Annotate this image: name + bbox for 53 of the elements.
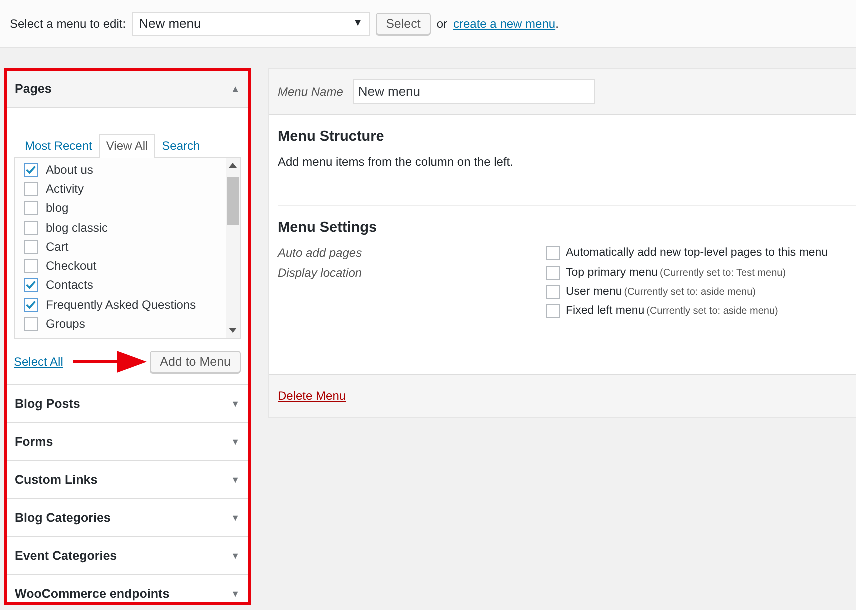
pages-tab[interactable]: Most Recent [18, 134, 100, 157]
period-text: . [556, 16, 559, 30]
setting-checkbox[interactable] [546, 246, 560, 260]
section-title: Menu Structure [278, 129, 386, 145]
scroll-thumb[interactable] [227, 177, 239, 225]
option-label: Automatically add new top-level pages to this menu [566, 247, 828, 259]
pages-tab[interactable]: View All [99, 134, 156, 158]
page-label: Groups [46, 317, 86, 332]
scroll-down-icon[interactable] [229, 328, 237, 334]
page-checkbox[interactable] [24, 317, 38, 332]
page-label: blog classic [46, 220, 108, 235]
page-label: Frequently Asked Questions [46, 298, 196, 312]
setting-checkbox[interactable] [546, 285, 560, 299]
menu-dropdown[interactable]: New menu ▼ [132, 12, 370, 36]
setting-label: Display location [278, 266, 364, 282]
option-note: (Currently set to: Test menu) [660, 268, 786, 278]
or-text: or [436, 16, 448, 30]
page-checkbox[interactable] [24, 278, 38, 292]
page-checkbox[interactable] [24, 182, 38, 196]
page-label: Activity [46, 182, 84, 196]
page-label: Cart [46, 240, 69, 254]
setting-checkbox[interactable] [546, 304, 560, 318]
page-label: About us [46, 162, 94, 177]
option-note: (Currently set to: aside menu) [646, 306, 778, 316]
scrollbar[interactable] [226, 158, 240, 338]
option-label: User menu [566, 286, 622, 298]
menu-name-field[interactable]: New menu [353, 79, 596, 104]
structure-hint: Add menu items from the column on the left. [278, 155, 514, 169]
page-checkbox[interactable] [24, 240, 38, 254]
setting-checkbox[interactable] [546, 266, 560, 280]
add-to-menu-button[interactable]: Add to Menu [150, 351, 241, 373]
section-title: Menu Settings [278, 220, 378, 236]
select-button[interactable]: Select [376, 12, 431, 34]
page-checkbox[interactable] [24, 259, 38, 274]
page-checkbox[interactable] [24, 298, 38, 312]
option-label: Fixed left menu [566, 305, 645, 317]
page-checkbox[interactable] [24, 162, 38, 177]
pages-tab[interactable]: Search [155, 134, 208, 157]
pages-header[interactable]: Pages ▲ [7, 71, 248, 108]
delete-menu-link[interactable]: Delete Menu [278, 389, 346, 403]
page-checkbox[interactable] [24, 220, 38, 235]
option-note: (Currently set to: aside menu) [624, 286, 756, 298]
select-menu-label: Select a menu to edit: [10, 16, 126, 30]
page-label: Checkout [46, 259, 97, 274]
create-menu-link[interactable]: create a new menu [454, 16, 556, 30]
page-checkbox[interactable] [24, 201, 38, 216]
menu-name-label: Menu Name [278, 84, 344, 98]
setting-label: Auto add pages [278, 246, 364, 260]
page-label: blog [46, 201, 69, 216]
scroll-up-icon[interactable] [229, 162, 237, 168]
option-label: Top primary menu [566, 267, 658, 279]
select-all-link[interactable]: Select All [14, 355, 64, 369]
page-label: Contacts [46, 278, 94, 292]
